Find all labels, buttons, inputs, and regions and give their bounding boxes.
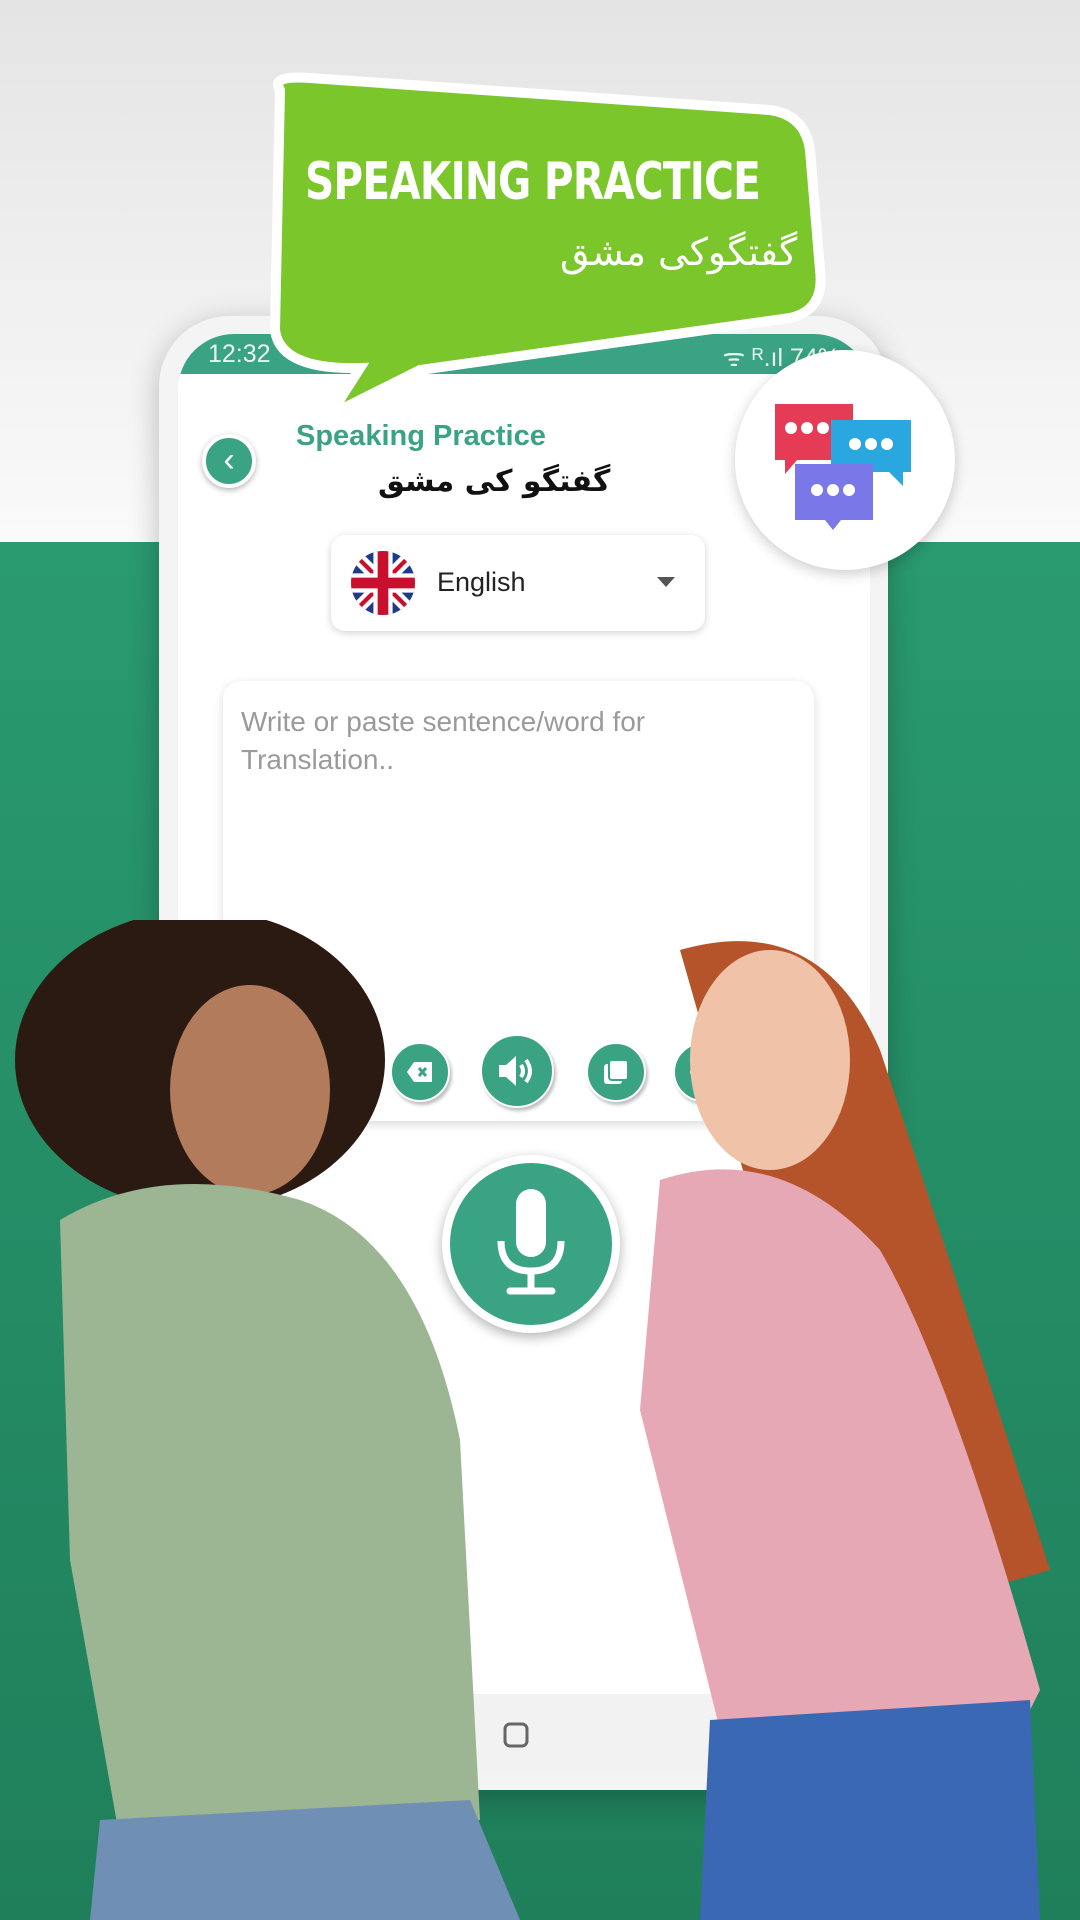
- uk-flag-icon: [351, 551, 415, 615]
- chat-bubbles-icon: [775, 404, 911, 530]
- banner-title: SPEAKING PRACTICE: [305, 152, 761, 212]
- back-button[interactable]: ‹: [202, 434, 256, 488]
- selected-language: English: [437, 567, 526, 597]
- woman-pink-sweater-image: [640, 941, 1050, 1920]
- page-title-urdu: گفتگو کی مشق: [378, 464, 611, 499]
- caret-down-icon: [657, 577, 675, 587]
- banner-subtitle-urdu: گفتگوکی مشق: [560, 230, 798, 274]
- chat-bubbles-badge: [735, 350, 955, 570]
- input-placeholder: Write or paste sentence/word for Transla…: [241, 706, 646, 775]
- chevron-left-icon: ‹: [223, 441, 235, 479]
- woman-green-hoodie-image: [15, 920, 520, 1920]
- language-dropdown[interactable]: English: [331, 535, 705, 631]
